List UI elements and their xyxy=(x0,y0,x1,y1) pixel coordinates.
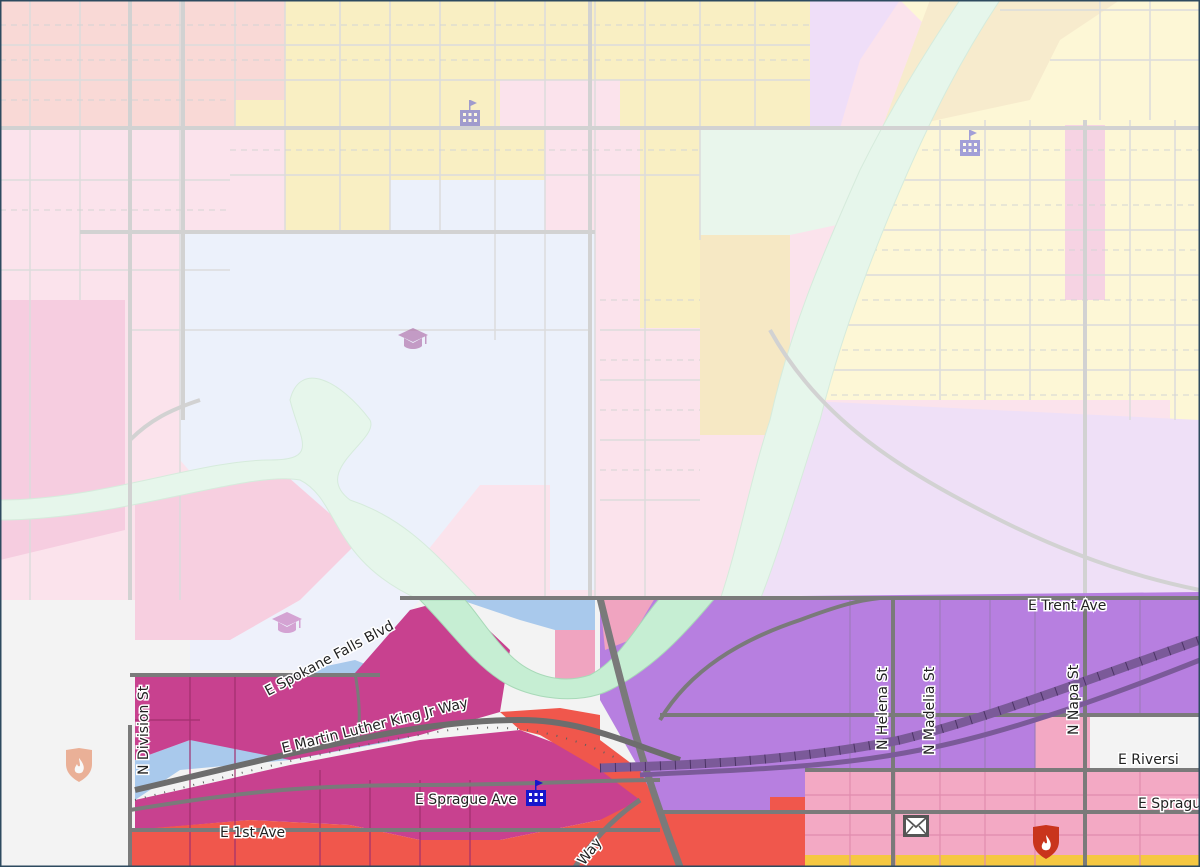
post-office-icon[interactable] xyxy=(903,815,929,837)
label-n-division-st: N Division St xyxy=(136,685,152,775)
zone-faded-yellow-col xyxy=(640,128,700,328)
label-e-1st-ave: E 1st Ave xyxy=(220,825,285,841)
label-e-sprague-ave: E Sprague Ave xyxy=(415,792,517,808)
zone-red-block xyxy=(770,797,805,812)
label-n-helena-st: N Helena St xyxy=(875,667,891,750)
label-e-riverside: E Riversi xyxy=(1118,752,1179,768)
label-n-madelia-st: N Madelia St xyxy=(922,666,938,755)
label-e-sprague-right: E Sprague xyxy=(1138,796,1200,812)
fire-station-icon[interactable] xyxy=(66,748,92,782)
map-canvas[interactable]: E Trent Ave E Spokane Falls Blvd E Marti… xyxy=(0,0,1200,867)
zone-faded-magenta-west xyxy=(0,300,125,560)
label-e-trent-ave: E Trent Ave xyxy=(1028,598,1106,614)
zoning-map[interactable]: E Trent Ave E Spokane Falls Blvd E Marti… xyxy=(0,0,1200,867)
label-n-napa-st: N Napa St xyxy=(1066,664,1082,735)
zone-yellow-strip xyxy=(805,855,1200,867)
zone-residential-pink-se xyxy=(805,770,1200,867)
